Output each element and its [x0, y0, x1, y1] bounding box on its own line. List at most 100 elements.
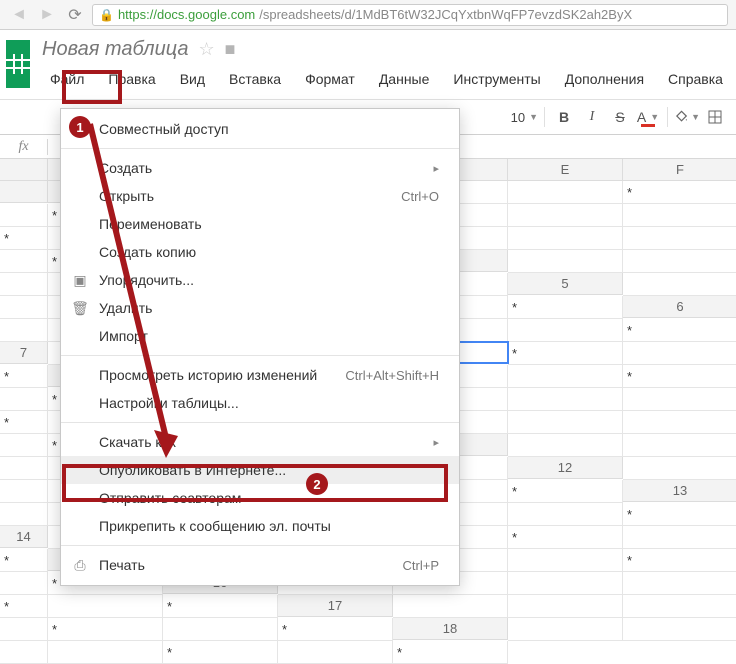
cell[interactable]	[623, 204, 736, 227]
cell[interactable]	[0, 296, 48, 319]
cell[interactable]	[623, 273, 736, 296]
column-header[interactable]: F	[623, 159, 736, 181]
cell[interactable]	[623, 342, 736, 365]
cell[interactable]	[0, 250, 48, 273]
cell[interactable]: *	[623, 365, 736, 388]
cell[interactable]	[0, 319, 48, 342]
cell[interactable]: *	[48, 618, 163, 641]
cell[interactable]	[623, 457, 736, 480]
cell[interactable]	[623, 250, 736, 273]
cell[interactable]	[0, 204, 48, 227]
column-header[interactable]	[0, 181, 48, 203]
cell[interactable]	[0, 641, 48, 664]
menu-item[interactable]: Переименовать	[61, 210, 459, 238]
cell[interactable]	[0, 457, 48, 480]
cell[interactable]	[508, 572, 623, 595]
cell[interactable]: *	[508, 480, 623, 503]
cell[interactable]	[508, 204, 623, 227]
cell[interactable]	[0, 273, 48, 296]
cell[interactable]	[508, 618, 623, 641]
menu-item[interactable]: Импорт	[61, 322, 459, 350]
cell[interactable]	[0, 388, 48, 411]
cell[interactable]	[623, 411, 736, 434]
bold-button[interactable]: B	[551, 104, 577, 130]
address-bar[interactable]: 🔒 https://docs.google.com/spreadsheets/d…	[92, 4, 728, 26]
menu-item[interactable]: Совместный доступ	[61, 115, 459, 143]
cell[interactable]	[278, 641, 393, 664]
menu-item[interactable]: Настройки таблицы...	[61, 389, 459, 417]
cell[interactable]	[508, 319, 623, 342]
borders-button[interactable]	[702, 104, 728, 130]
menu-item[interactable]: Опубликовать в Интернете...	[61, 456, 459, 484]
cell[interactable]	[0, 480, 48, 503]
cell[interactable]	[0, 503, 48, 526]
row-header[interactable]: 17	[278, 595, 393, 617]
cell[interactable]: *	[508, 296, 623, 319]
menu-item[interactable]: ОткрытьCtrl+O	[61, 182, 459, 210]
fill-color-button[interactable]: ▼	[674, 104, 700, 130]
row-header[interactable]: 18	[393, 618, 508, 640]
row-header[interactable]: 12	[508, 457, 623, 479]
cell[interactable]: *	[508, 342, 623, 365]
cell[interactable]: *	[0, 227, 48, 250]
cell[interactable]	[508, 503, 623, 526]
cell[interactable]	[508, 388, 623, 411]
cell[interactable]	[508, 227, 623, 250]
sheets-logo[interactable]	[6, 40, 30, 88]
row-header[interactable]: 7	[0, 342, 48, 364]
cell[interactable]	[623, 526, 736, 549]
menu-item[interactable]: Создать▸	[61, 154, 459, 182]
cell[interactable]	[0, 618, 48, 641]
menu-дополнения[interactable]: Дополнения	[553, 67, 656, 91]
menu-файл[interactable]: Файл	[38, 67, 96, 91]
cell[interactable]	[0, 434, 48, 457]
cell[interactable]	[623, 227, 736, 250]
cell[interactable]: *	[623, 181, 736, 204]
cell[interactable]	[508, 365, 623, 388]
folder-icon[interactable]: ■	[225, 39, 236, 60]
menu-item[interactable]: 🗑Удалить	[61, 294, 459, 322]
menu-инструменты[interactable]: Инструменты	[441, 67, 552, 91]
cell[interactable]: *	[0, 365, 48, 388]
document-title[interactable]: Новая таблица	[42, 38, 188, 61]
cell[interactable]	[163, 618, 278, 641]
italic-button[interactable]: I	[579, 104, 605, 130]
menu-item[interactable]: Скачать как▸	[61, 428, 459, 456]
forward-button[interactable]: ►	[36, 4, 58, 26]
menu-справка[interactable]: Справка	[656, 67, 735, 91]
menu-item[interactable]: ⎙ПечатьCtrl+P	[61, 551, 459, 579]
menu-item[interactable]: Отправить соавторам	[61, 484, 459, 512]
cell[interactable]	[623, 572, 736, 595]
cell[interactable]: *	[508, 526, 623, 549]
cell[interactable]: *	[278, 618, 393, 641]
cell[interactable]	[508, 250, 623, 273]
cell[interactable]	[48, 641, 163, 664]
row-header[interactable]: 6	[623, 296, 736, 318]
cell[interactable]	[508, 181, 623, 204]
row-header[interactable]: 5	[508, 273, 623, 295]
cell[interactable]	[623, 388, 736, 411]
font-size-selector[interactable]: 10 ▼	[511, 110, 538, 125]
cell[interactable]	[0, 572, 48, 595]
cell[interactable]: *	[623, 503, 736, 526]
strikethrough-button[interactable]: S	[607, 104, 633, 130]
back-button[interactable]: ◄	[8, 4, 30, 26]
cell[interactable]	[508, 549, 623, 572]
cell[interactable]	[623, 434, 736, 457]
cell[interactable]	[508, 434, 623, 457]
reload-button[interactable]: ⟳	[64, 4, 86, 26]
cell[interactable]	[508, 411, 623, 434]
menu-item[interactable]: Прикрепить к сообщению эл. почты	[61, 512, 459, 540]
cell[interactable]: *	[393, 641, 508, 664]
menu-правка[interactable]: Правка	[96, 67, 167, 91]
select-all-corner[interactable]	[0, 159, 48, 181]
cell[interactable]: *	[163, 641, 278, 664]
cell[interactable]: *	[0, 549, 48, 572]
cell[interactable]: *	[623, 319, 736, 342]
column-header[interactable]: E	[508, 159, 623, 181]
cell[interactable]	[623, 618, 736, 641]
menu-данные[interactable]: Данные	[367, 67, 442, 91]
menu-item[interactable]: Просмотреть историю измененийCtrl+Alt+Sh…	[61, 361, 459, 389]
menu-вставка[interactable]: Вставка	[217, 67, 293, 91]
row-header[interactable]: 14	[0, 526, 48, 548]
